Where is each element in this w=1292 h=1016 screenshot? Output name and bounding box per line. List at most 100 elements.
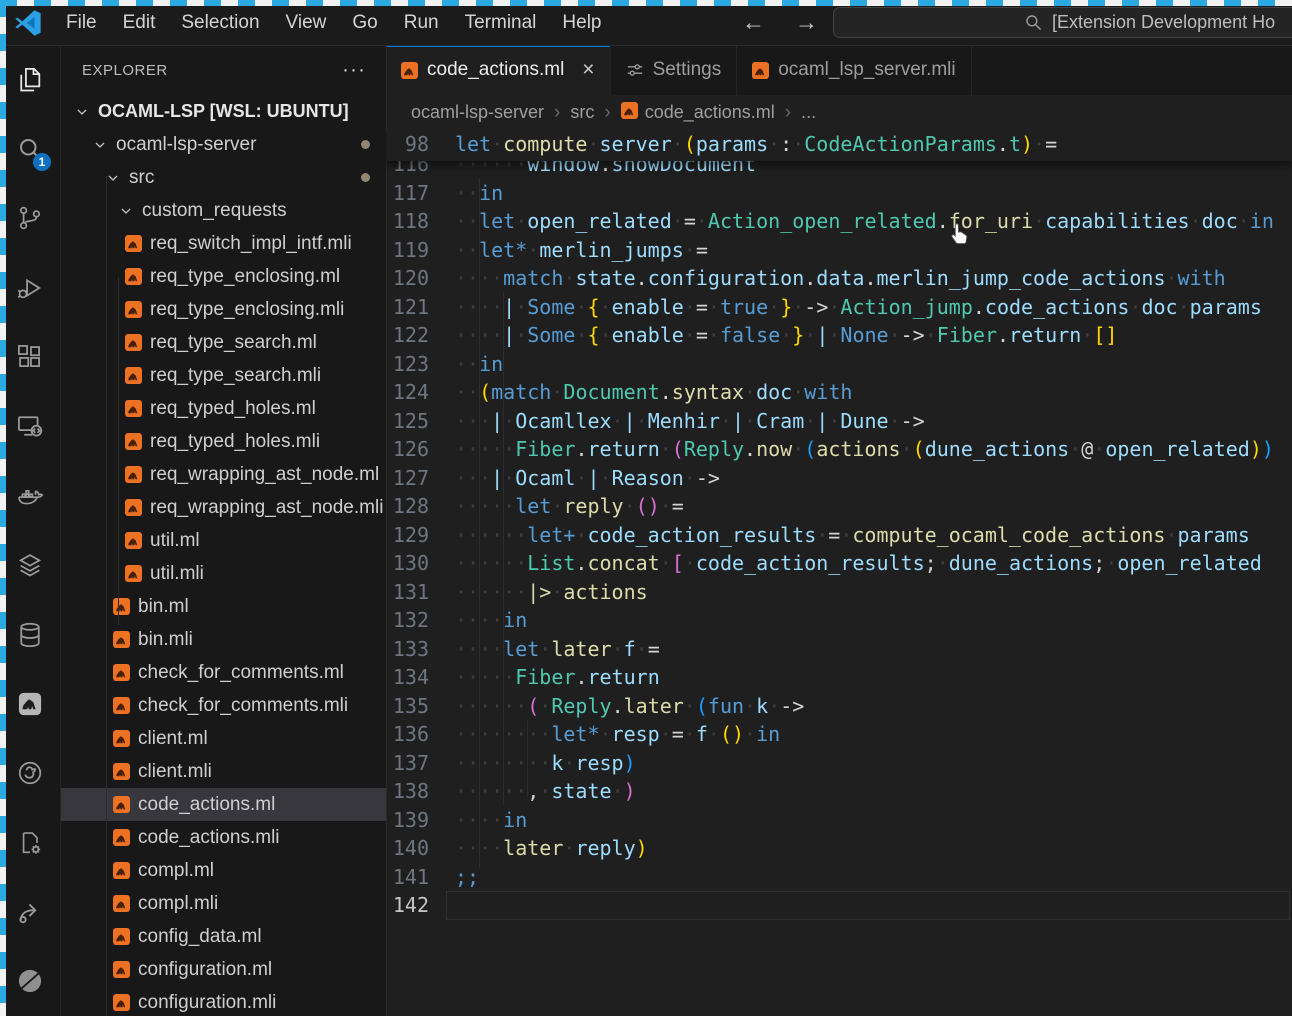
tree-item-compl.ml[interactable]: compl.ml bbox=[60, 854, 386, 887]
code-line-140[interactable]: 140····later·reply) bbox=[386, 834, 1292, 863]
code-line-124[interactable]: 124··(match·Document.syntax·doc·with bbox=[386, 378, 1292, 407]
tree-item-util.ml[interactable]: util.ml bbox=[60, 524, 386, 557]
tree-item-label: req_wrapping_ast_node.ml bbox=[150, 464, 379, 486]
tree-item-req_type_search.mli[interactable]: req_type_search.mli bbox=[60, 359, 386, 392]
tree-item-check_for_comments.ml[interactable]: check_for_comments.ml bbox=[60, 656, 386, 689]
tree-item-client.ml[interactable]: client.ml bbox=[60, 722, 386, 755]
menu-edit[interactable]: Edit bbox=[110, 12, 169, 34]
duck-icon bbox=[16, 759, 44, 787]
activity-item-run-debug-icon[interactable] bbox=[0, 253, 60, 322]
code-line-130[interactable]: 130······List.concat·[·code_action_resul… bbox=[386, 549, 1292, 578]
code-line-131[interactable]: 131······|>·actions bbox=[386, 578, 1292, 607]
code-line-121[interactable]: 121····|·Some·{·enable·=·true·}·->·Actio… bbox=[386, 293, 1292, 322]
tab-ocaml_lsp_server.mli[interactable]: ocaml_lsp_server.mli bbox=[737, 45, 971, 95]
tree-item-custom_requests[interactable]: custom_requests bbox=[60, 194, 386, 227]
tab-code_actions.ml[interactable]: code_actions.ml× bbox=[386, 45, 611, 95]
menu-selection[interactable]: Selection bbox=[168, 12, 272, 34]
code-line-136[interactable]: 136········let*·resp·=·f·()·in bbox=[386, 720, 1292, 749]
extensions-icon bbox=[16, 343, 44, 371]
tree-item-bin.ml[interactable]: bin.ml bbox=[60, 590, 386, 623]
menu-go[interactable]: Go bbox=[339, 12, 390, 34]
code-line-137[interactable]: 137········k·resp) bbox=[386, 749, 1292, 778]
code-line-118[interactable]: 118··let·open_related·=·Action_open_rela… bbox=[386, 207, 1292, 236]
menu-run[interactable]: Run bbox=[391, 12, 452, 34]
code-line-133[interactable]: 133····let·later·f·= bbox=[386, 635, 1292, 664]
code-line-132[interactable]: 132····in bbox=[386, 606, 1292, 635]
command-center-search[interactable]: [Extension Development Ho bbox=[833, 7, 1292, 38]
code-area[interactable]: 116······window.showDocument117··in118··… bbox=[386, 130, 1292, 1016]
code-line-139[interactable]: 139····in bbox=[386, 806, 1292, 835]
tree-item-ocaml-lsp-server[interactable]: ocaml-lsp-server bbox=[60, 128, 386, 161]
activity-item-explorer-icon[interactable] bbox=[0, 45, 60, 114]
tree-item-req_wrapping_ast_node.mli[interactable]: req_wrapping_ast_node.mli bbox=[60, 491, 386, 524]
activity-item-duck-icon[interactable] bbox=[0, 739, 60, 808]
activity-item-database-icon[interactable] bbox=[0, 600, 60, 669]
menu-help[interactable]: Help bbox=[549, 12, 614, 34]
tree-item-configuration.ml[interactable]: configuration.ml bbox=[60, 953, 386, 986]
code-line-134[interactable]: 134·····Fiber.return bbox=[386, 663, 1292, 692]
tree-item-configuration.mli[interactable]: configuration.mli bbox=[60, 986, 386, 1016]
tree-item-req_wrapping_ast_node.ml[interactable]: req_wrapping_ast_node.ml bbox=[60, 458, 386, 491]
activity-item-share-icon[interactable] bbox=[0, 877, 60, 946]
activity-item-cmake-tools-icon[interactable] bbox=[0, 808, 60, 877]
nav-back-icon[interactable]: ← bbox=[742, 9, 765, 36]
activity-item-extensions-icon[interactable] bbox=[0, 322, 60, 391]
chevron-right-icon: › bbox=[785, 102, 791, 124]
sticky-scroll-line[interactable]: 98let·compute·server·(params·:·CodeActio… bbox=[386, 130, 1292, 161]
menu-file[interactable]: File bbox=[53, 12, 110, 34]
tree-item-util.mli[interactable]: util.mli bbox=[60, 557, 386, 590]
tree-item-OCAML-LSP [WSL: UBUNTU][interactable]: OCAML-LSP [WSL: UBUNTU] bbox=[60, 95, 386, 128]
tree-item-config_data.ml[interactable]: config_data.ml bbox=[60, 920, 386, 953]
code-line-119[interactable]: 119··let*·merlin_jumps·= bbox=[386, 236, 1292, 265]
tree-item-bin.mli[interactable]: bin.mli bbox=[60, 623, 386, 656]
code-line-128[interactable]: 128·····let·reply·()·= bbox=[386, 492, 1292, 521]
tab-Settings[interactable]: Settings bbox=[611, 45, 738, 95]
tree-item-client.mli[interactable]: client.mli bbox=[60, 755, 386, 788]
tree-item-label: util.ml bbox=[150, 530, 200, 552]
breadcrumb-item[interactable]: ... bbox=[801, 102, 816, 123]
tree-item-req_type_enclosing.ml[interactable]: req_type_enclosing.ml bbox=[60, 260, 386, 293]
activity-item-account-icon[interactable] bbox=[0, 947, 60, 1016]
code-line-125[interactable]: 125···|·Ocamllex·|·Menhir·|·Cram·|·Dune·… bbox=[386, 407, 1292, 436]
tree-item-req_type_search.ml[interactable]: req_type_search.ml bbox=[60, 326, 386, 359]
activity-item-layers-icon[interactable] bbox=[0, 531, 60, 600]
code-line-123[interactable]: 123··in bbox=[386, 350, 1292, 379]
code-line-141[interactable]: 141;; bbox=[386, 863, 1292, 892]
activity-item-search-icon[interactable]: 1 bbox=[0, 114, 60, 183]
code-line-142[interactable]: 142 bbox=[386, 891, 1292, 920]
breadcrumb-item[interactable]: ocaml-lsp-server bbox=[411, 102, 544, 123]
activity-item-docker-icon[interactable] bbox=[0, 461, 60, 530]
ocaml-file-icon bbox=[752, 62, 769, 79]
activity-item-remote-explorer-icon[interactable] bbox=[0, 392, 60, 461]
breadcrumb-item[interactable]: code_actions.ml bbox=[621, 102, 775, 124]
code-line-117[interactable]: 117··in bbox=[386, 179, 1292, 208]
tree-item-req_typed_holes.mli[interactable]: req_typed_holes.mli bbox=[60, 425, 386, 458]
code-line-129[interactable]: 129······let+·code_action_results·=·comp… bbox=[386, 521, 1292, 550]
tree-item-req_type_enclosing.mli[interactable]: req_type_enclosing.mli bbox=[60, 293, 386, 326]
more-actions-icon[interactable]: ··· bbox=[342, 65, 366, 75]
tree-item-compl.mli[interactable]: compl.mli bbox=[60, 887, 386, 920]
close-icon[interactable]: × bbox=[582, 58, 594, 82]
breadcrumb-item[interactable]: src bbox=[570, 102, 594, 123]
chevron-down-icon bbox=[105, 170, 121, 186]
nav-forward-icon[interactable]: → bbox=[795, 9, 818, 36]
code-line-122[interactable]: 122····|·Some·{·enable·=·false·}·|·None·… bbox=[386, 321, 1292, 350]
menu-terminal[interactable]: Terminal bbox=[452, 12, 550, 34]
tree-item-code_actions.mli[interactable]: code_actions.mli bbox=[60, 821, 386, 854]
code-line-120[interactable]: 120····match·state.configuration.data.me… bbox=[386, 264, 1292, 293]
activity-item-ocaml-icon[interactable] bbox=[0, 669, 60, 738]
tree-item-code_actions.ml[interactable]: code_actions.ml bbox=[60, 788, 386, 821]
tree-item-req_typed_holes.ml[interactable]: req_typed_holes.ml bbox=[60, 392, 386, 425]
tree-item-check_for_comments.mli[interactable]: check_for_comments.mli bbox=[60, 689, 386, 722]
code-line-127[interactable]: 127···|·Ocaml·|·Reason·-> bbox=[386, 464, 1292, 493]
breadcrumb-label: code_actions.ml bbox=[645, 102, 775, 123]
code-line-138[interactable]: 138······,·state·) bbox=[386, 777, 1292, 806]
menu-view[interactable]: View bbox=[273, 12, 340, 34]
code-line-126[interactable]: 126·····Fiber.return·(Reply.now·(actions… bbox=[386, 435, 1292, 464]
tree-item-label: configuration.ml bbox=[138, 959, 272, 981]
line-number: 129 bbox=[386, 521, 446, 550]
tree-item-req_switch_impl_intf.mli[interactable]: req_switch_impl_intf.mli bbox=[60, 227, 386, 260]
tree-item-src[interactable]: src bbox=[60, 161, 386, 194]
activity-item-source-control-icon[interactable] bbox=[0, 184, 60, 253]
code-line-135[interactable]: 135······(·Reply.later·(fun·k·-> bbox=[386, 692, 1292, 721]
